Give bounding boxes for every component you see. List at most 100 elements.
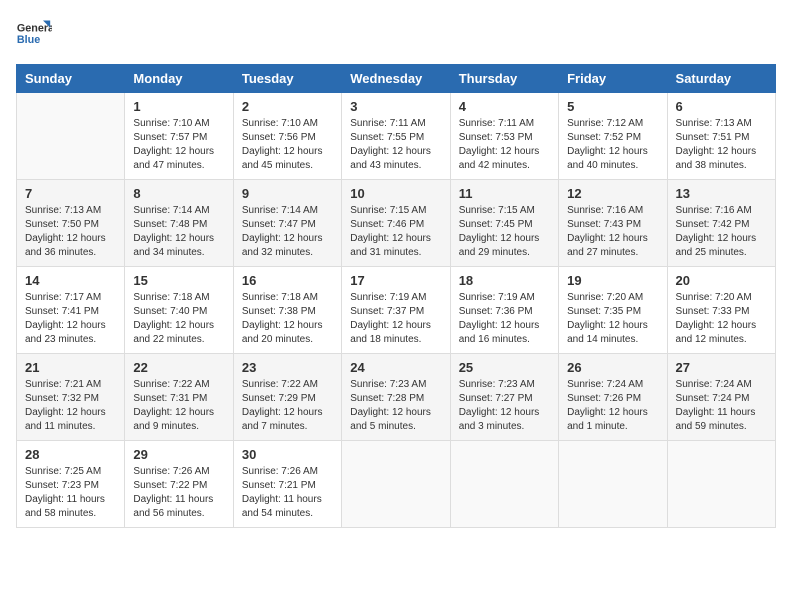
day-info: Sunrise: 7:18 AM Sunset: 7:38 PM Dayligh… [242,291,333,347]
day-info: Sunrise: 7:10 AM Sunset: 7:57 PM Dayligh… [133,117,224,173]
calendar-cell: 10 Sunrise: 7:15 AM Sunset: 7:46 PM Dayli… [342,180,450,267]
calendar-cell: 17 Sunrise: 7:19 AM Sunset: 7:37 PM Dayli… [342,267,450,354]
day-info: Sunrise: 7:17 AM Sunset: 7:41 PM Dayligh… [25,291,116,347]
calendar-cell: 13 Sunrise: 7:16 AM Sunset: 7:42 PM Dayli… [667,180,775,267]
col-header-thursday: Thursday [450,65,558,93]
week-row-1: 1 Sunrise: 7:10 AM Sunset: 7:57 PM Daylig… [17,93,776,180]
calendar-cell: 26Sunrise: 7:24 AM Sunset: 7:26 PM Dayli… [559,354,667,441]
calendar-cell: 25 Sunrise: 7:23 AM Sunset: 7:27 PM Dayli… [450,354,558,441]
calendar-cell [559,441,667,528]
calendar-cell: 29Sunrise: 7:26 AM Sunset: 7:22 PM Dayli… [125,441,233,528]
day-number: 23 [242,360,333,375]
calendar-cell: 14Sunrise: 7:17 AM Sunset: 7:41 PM Dayli… [17,267,125,354]
day-number: 12 [567,186,658,201]
calendar-cell: 19 Sunrise: 7:20 AM Sunset: 7:35 PM Dayli… [559,267,667,354]
day-number: 16 [242,273,333,288]
day-info: Sunrise: 7:20 AM Sunset: 7:33 PM Dayligh… [676,291,767,347]
day-number: 29 [133,447,224,462]
day-number: 3 [350,99,441,114]
week-row-4: 21 Sunrise: 7:21 AM Sunset: 7:32 PM Dayli… [17,354,776,441]
calendar-header: SundayMondayTuesdayWednesdayThursdayFrid… [17,65,776,93]
calendar-cell: 9 Sunrise: 7:14 AM Sunset: 7:47 PM Daylig… [233,180,341,267]
day-number: 9 [242,186,333,201]
week-row-2: 7 Sunrise: 7:13 AM Sunset: 7:50 PM Daylig… [17,180,776,267]
day-number: 22 [133,360,224,375]
logo: GeneralBlue [16,16,52,52]
day-info: Sunrise: 7:13 AM Sunset: 7:50 PM Dayligh… [25,204,116,260]
day-info: Sunrise: 7:19 AM Sunset: 7:36 PM Dayligh… [459,291,550,347]
col-header-saturday: Saturday [667,65,775,93]
col-header-wednesday: Wednesday [342,65,450,93]
day-info: Sunrise: 7:14 AM Sunset: 7:48 PM Dayligh… [133,204,224,260]
day-number: 10 [350,186,441,201]
calendar-cell: 27 Sunrise: 7:24 AM Sunset: 7:24 PM Dayli… [667,354,775,441]
day-info: Sunrise: 7:22 AM Sunset: 7:31 PM Dayligh… [133,378,224,434]
calendar-cell: 15 Sunrise: 7:18 AM Sunset: 7:40 PM Dayli… [125,267,233,354]
calendar-body: 1 Sunrise: 7:10 AM Sunset: 7:57 PM Daylig… [17,93,776,528]
day-info: Sunrise: 7:15 AM Sunset: 7:46 PM Dayligh… [350,204,441,260]
day-info: Sunrise: 7:13 AM Sunset: 7:51 PM Dayligh… [676,117,767,173]
day-info: Sunrise: 7:24 AM Sunset: 7:24 PM Dayligh… [676,378,767,434]
day-info: Sunrise: 7:22 AM Sunset: 7:29 PM Dayligh… [242,378,333,434]
day-number: 11 [459,186,550,201]
calendar-cell: 24 Sunrise: 7:23 AM Sunset: 7:28 PM Dayli… [342,354,450,441]
calendar-cell: 1 Sunrise: 7:10 AM Sunset: 7:57 PM Daylig… [125,93,233,180]
svg-text:Blue: Blue [17,34,40,46]
calendar-cell [342,441,450,528]
calendar-cell [667,441,775,528]
day-info: Sunrise: 7:16 AM Sunset: 7:42 PM Dayligh… [676,204,767,260]
day-number: 4 [459,99,550,114]
day-info: Sunrise: 7:12 AM Sunset: 7:52 PM Dayligh… [567,117,658,173]
day-number: 25 [459,360,550,375]
day-number: 2 [242,99,333,114]
day-number: 13 [676,186,767,201]
day-number: 19 [567,273,658,288]
page-header: GeneralBlue [16,16,776,52]
day-number: 15 [133,273,224,288]
calendar-cell: 12 Sunrise: 7:16 AM Sunset: 7:43 PM Dayli… [559,180,667,267]
day-number: 17 [350,273,441,288]
calendar-cell [450,441,558,528]
day-number: 30 [242,447,333,462]
day-info: Sunrise: 7:18 AM Sunset: 7:40 PM Dayligh… [133,291,224,347]
day-info: Sunrise: 7:23 AM Sunset: 7:27 PM Dayligh… [459,378,550,434]
day-number: 21 [25,360,116,375]
col-header-tuesday: Tuesday [233,65,341,93]
col-header-monday: Monday [125,65,233,93]
calendar-cell: 21 Sunrise: 7:21 AM Sunset: 7:32 PM Dayli… [17,354,125,441]
day-info: Sunrise: 7:25 AM Sunset: 7:23 PM Dayligh… [25,465,116,521]
calendar-cell [17,93,125,180]
day-info: Sunrise: 7:19 AM Sunset: 7:37 PM Dayligh… [350,291,441,347]
day-number: 20 [676,273,767,288]
calendar-cell: 11 Sunrise: 7:15 AM Sunset: 7:45 PM Dayli… [450,180,558,267]
day-info: Sunrise: 7:20 AM Sunset: 7:35 PM Dayligh… [567,291,658,347]
day-info: Sunrise: 7:14 AM Sunset: 7:47 PM Dayligh… [242,204,333,260]
day-number: 24 [350,360,441,375]
day-info: Sunrise: 7:16 AM Sunset: 7:43 PM Dayligh… [567,204,658,260]
day-number: 28 [25,447,116,462]
calendar-cell: 23 Sunrise: 7:22 AM Sunset: 7:29 PM Dayli… [233,354,341,441]
header-row: SundayMondayTuesdayWednesdayThursdayFrid… [17,65,776,93]
day-info: Sunrise: 7:21 AM Sunset: 7:32 PM Dayligh… [25,378,116,434]
day-number: 1 [133,99,224,114]
calendar-cell: 20 Sunrise: 7:20 AM Sunset: 7:33 PM Dayli… [667,267,775,354]
day-number: 26 [567,360,658,375]
calendar-cell: 7 Sunrise: 7:13 AM Sunset: 7:50 PM Daylig… [17,180,125,267]
calendar-cell: 6 Sunrise: 7:13 AM Sunset: 7:51 PM Daylig… [667,93,775,180]
week-row-5: 28 Sunrise: 7:25 AM Sunset: 7:23 PM Dayli… [17,441,776,528]
day-info: Sunrise: 7:11 AM Sunset: 7:55 PM Dayligh… [350,117,441,173]
calendar-cell: 8Sunrise: 7:14 AM Sunset: 7:48 PM Daylig… [125,180,233,267]
day-number: 7 [25,186,116,201]
day-info: Sunrise: 7:10 AM Sunset: 7:56 PM Dayligh… [242,117,333,173]
day-info: Sunrise: 7:23 AM Sunset: 7:28 PM Dayligh… [350,378,441,434]
calendar-table: SundayMondayTuesdayWednesdayThursdayFrid… [16,64,776,528]
calendar-cell: 22 Sunrise: 7:22 AM Sunset: 7:31 PM Dayli… [125,354,233,441]
day-info: Sunrise: 7:26 AM Sunset: 7:21 PM Dayligh… [242,465,333,521]
day-number: 6 [676,99,767,114]
day-info: Sunrise: 7:15 AM Sunset: 7:45 PM Dayligh… [459,204,550,260]
col-header-friday: Friday [559,65,667,93]
day-number: 27 [676,360,767,375]
day-number: 18 [459,273,550,288]
col-header-sunday: Sunday [17,65,125,93]
logo-icon: GeneralBlue [16,16,52,52]
